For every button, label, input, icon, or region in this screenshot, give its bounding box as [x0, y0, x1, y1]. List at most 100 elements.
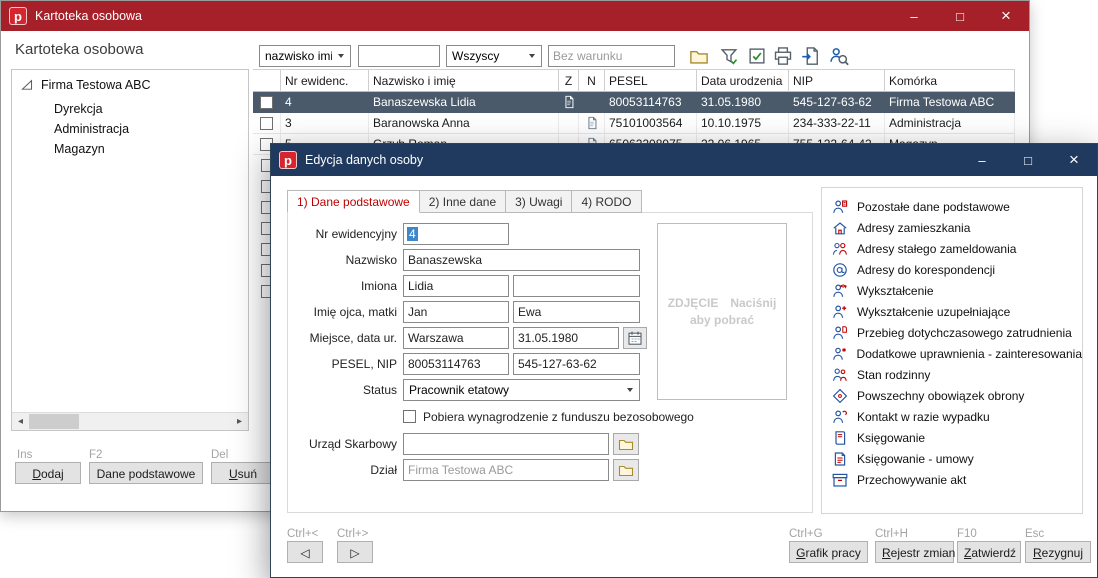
tree-item-magazyn[interactable]: Magazyn	[54, 142, 105, 156]
col-data-urodzenia[interactable]: Data urodzenia	[697, 70, 789, 92]
minimize-button[interactable]: –	[959, 144, 1005, 176]
kartoteka-titlebar[interactable]: p Kartoteka osobowa – □ ×	[1, 1, 1029, 31]
prev-person-button[interactable]: ◁	[287, 541, 323, 563]
delete-button[interactable]: Usuń	[211, 462, 275, 484]
side-item-obowiazek-obrony[interactable]: Powszechny obowiązek obrony	[832, 385, 1082, 406]
urzad-skarbowy-input[interactable]	[403, 433, 609, 455]
cell-birth-date: 10.10.1975	[697, 113, 789, 134]
status-select[interactable]: Pracownik etatowy	[403, 379, 640, 401]
col-n[interactable]: N	[579, 70, 605, 92]
scope-select[interactable]: Wszyscy	[446, 45, 542, 67]
tree-item-administracja[interactable]: Administracja	[54, 122, 129, 136]
maximize-button[interactable]: □	[1005, 144, 1051, 176]
nr-ewidencyjny-input[interactable]: 4	[403, 223, 509, 245]
data-urodzenia-input[interactable]	[513, 327, 619, 349]
row-checkbox-cell	[253, 113, 281, 134]
person-search-icon[interactable]	[829, 46, 849, 66]
minimize-button[interactable]: –	[891, 1, 937, 31]
urzad-skarbowy-label: Urząd Skarbowy	[271, 437, 397, 451]
urzad-lookup-button[interactable]	[613, 433, 639, 455]
table-row-banaszewska[interactable]: 4 Banaszewska Lidia 80053114763 31.05.19…	[253, 92, 1015, 113]
imie-input[interactable]	[403, 275, 509, 297]
filter-icon[interactable]	[719, 46, 739, 66]
work-schedule-button[interactable]: Grafik pracy	[789, 541, 868, 563]
table-row-baranowska[interactable]: 3 Baranowska Anna 75101003564 10.10.1975…	[253, 113, 1015, 134]
imie-matki-input[interactable]	[513, 301, 640, 323]
miejsce-urodzenia-input[interactable]	[403, 327, 509, 349]
col-komorka[interactable]: Komórka	[885, 70, 1015, 92]
side-item-adresy-zameldowania[interactable]: Adresy stałego zameldowania	[832, 238, 1082, 259]
tab-uwagi[interactable]: 3) Uwagi	[506, 190, 572, 213]
print-icon[interactable]	[773, 46, 793, 66]
dzial-input[interactable]	[403, 459, 609, 481]
col-pesel[interactable]: PESEL	[605, 70, 697, 92]
col-nazwisko-imie[interactable]: Nazwisko i imię	[369, 70, 559, 92]
side-item-wyksztalcenie[interactable]: Wykształcenie	[832, 280, 1082, 301]
side-item-dodatkowe-uprawnienia[interactable]: Dodatkowe uprawnienia - zainteresowania	[832, 343, 1082, 364]
tree-item-root[interactable]: Firma Testowa ABC	[20, 78, 151, 92]
basic-data-button[interactable]: Dane podstawowe	[89, 462, 203, 484]
imie-ojca-input[interactable]	[403, 301, 509, 323]
drugie-imie-input[interactable]	[513, 275, 640, 297]
side-item-label: Adresy zamieszkania	[857, 221, 970, 235]
tab-rodo[interactable]: 4) RODO	[572, 190, 641, 213]
tree-horizontal-scrollbar[interactable]: ◂ ▸	[12, 412, 248, 430]
scroll-right-icon[interactable]: ▸	[231, 413, 248, 430]
side-item-kontakt-wypadek[interactable]: Kontakt w razie wypadku	[832, 406, 1082, 427]
fundusz-checkbox[interactable]	[403, 410, 416, 423]
close-button[interactable]: ×	[983, 1, 1029, 31]
maximize-button[interactable]: □	[937, 1, 983, 31]
side-item-ksiegowanie[interactable]: Księgowanie	[832, 427, 1082, 448]
scrollbar-thumb[interactable]	[29, 414, 79, 429]
miejsce-data-label: Miejsce, data ur.	[271, 331, 397, 345]
cancel-button[interactable]: Rezygnuj	[1025, 541, 1091, 563]
side-item-adresy-zamieszkania[interactable]: Adresy zamieszkania	[832, 217, 1082, 238]
window-controls: – □ ×	[959, 144, 1097, 176]
nazwisko-input[interactable]	[403, 249, 640, 271]
add-button[interactable]: Dodaj	[15, 462, 81, 484]
shortcut-f2: F2	[89, 449, 102, 461]
row-checkbox[interactable]	[260, 96, 273, 109]
calendar-button[interactable]	[623, 327, 647, 349]
next-person-button[interactable]: ▷	[337, 541, 373, 563]
folder-icon[interactable]	[689, 46, 709, 66]
tab-inne-dane[interactable]: 2) Inne dane	[420, 190, 506, 213]
search-input[interactable]	[358, 45, 440, 67]
scroll-left-icon[interactable]: ◂	[12, 413, 29, 430]
dzial-label: Dział	[271, 463, 397, 477]
change-log-button[interactable]: Rejestr zmian	[875, 541, 954, 563]
side-item-przebieg-zatrudnienia[interactable]: Przebieg dotychczasowego zatrudnienia	[832, 322, 1082, 343]
edycja-titlebar[interactable]: p Edycja danych osoby – □ ×	[271, 144, 1097, 176]
nip-input[interactable]	[513, 353, 640, 375]
shortcut-ctrl-g: Ctrl+G	[789, 528, 823, 540]
side-item-ksiegowanie-umowy[interactable]: Księgowanie - umowy	[832, 448, 1082, 469]
sort-field-select[interactable]: nazwisko imię	[259, 45, 351, 67]
col-nr-ewidenc[interactable]: Nr ewidenc.	[281, 70, 369, 92]
tree-item-dyrekcja[interactable]: Dyrekcja	[54, 102, 103, 116]
side-item-pozostale-dane[interactable]: Pozostałe dane podstawowe	[832, 196, 1082, 217]
row-checkbox-cell	[253, 92, 281, 113]
side-item-wyksztalcenie-uzupelniajace[interactable]: Wykształcenie uzupełniające	[832, 301, 1082, 322]
import-icon[interactable]	[801, 46, 821, 66]
cell-birth-date: 31.05.1980	[697, 92, 789, 113]
person-card-icon	[832, 199, 848, 215]
dzial-lookup-button[interactable]	[613, 459, 639, 481]
confirm-button[interactable]: Zatwierdź	[957, 541, 1021, 563]
side-item-przechowywanie-akt[interactable]: Przechowywanie akt	[832, 469, 1082, 490]
shortcut-del: Del	[211, 449, 228, 461]
condition-input[interactable]	[548, 45, 675, 67]
tab-dane-podstawowe[interactable]: 1) Dane podstawowe	[287, 190, 420, 213]
checklist-icon[interactable]	[747, 46, 767, 66]
close-button[interactable]: ×	[1051, 144, 1097, 176]
pesel-input[interactable]	[403, 353, 509, 375]
cell-nr: 3	[281, 113, 369, 134]
cell-n	[579, 113, 605, 134]
scrollbar-track[interactable]	[29, 413, 231, 430]
side-item-stan-rodzinny[interactable]: Stan rodzinny	[832, 364, 1082, 385]
col-nip[interactable]: NIP	[789, 70, 885, 92]
row-checkbox[interactable]	[260, 117, 273, 130]
col-z[interactable]: Z	[559, 70, 579, 92]
side-item-adresy-korespondencji[interactable]: Adresy do korespondencji	[832, 259, 1082, 280]
photo-placeholder[interactable]: ZDJĘCIENaciśnij aby pobrać	[657, 223, 787, 400]
document-icon	[585, 95, 599, 109]
